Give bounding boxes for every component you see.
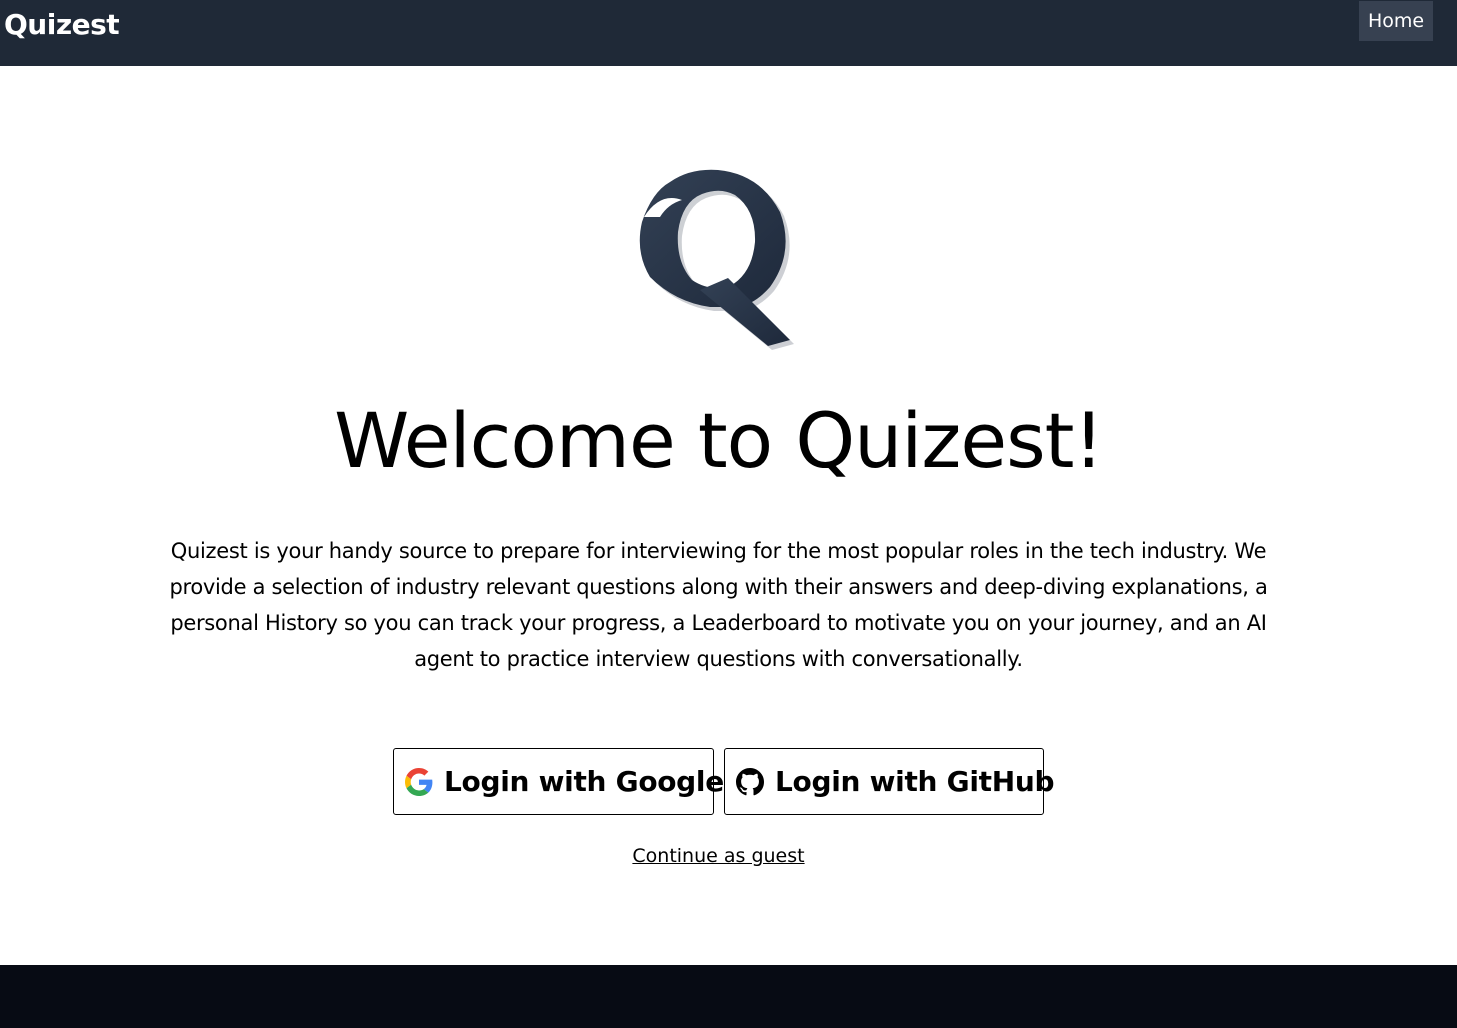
github-icon bbox=[736, 767, 764, 796]
continue-as-guest-link[interactable]: Continue as guest bbox=[632, 845, 804, 867]
page-footer bbox=[0, 965, 1457, 1028]
github-button-label: Login with GitHub bbox=[775, 765, 1055, 798]
login-google-button[interactable]: Login with Google bbox=[393, 748, 724, 815]
intro-description: Quizest is your handy source to prepare … bbox=[169, 539, 1268, 671]
quizest-q-logo-icon bbox=[630, 162, 810, 362]
google-icon bbox=[405, 767, 433, 796]
home-nav-button[interactable]: Home bbox=[1359, 1, 1433, 41]
top-navbar: Quizest Home bbox=[0, 0, 1457, 66]
login-github-button[interactable]: Login with GitHub bbox=[724, 748, 1055, 815]
guest-link-container: Continue as guest bbox=[0, 843, 1437, 869]
brand-logo-text[interactable]: Quizest bbox=[4, 8, 120, 41]
welcome-heading: Welcome to Quizest! bbox=[334, 396, 1104, 485]
google-button-label: Login with Google bbox=[444, 765, 724, 798]
